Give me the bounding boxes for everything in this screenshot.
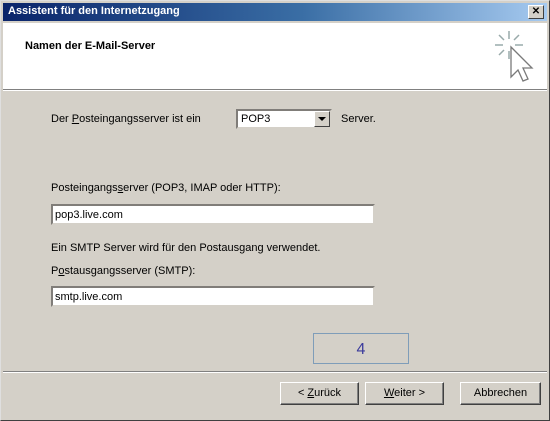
incoming-server-type-select[interactable]: POP3 bbox=[236, 109, 332, 129]
footer-divider bbox=[3, 371, 547, 373]
incoming-server-label: Posteingangsserver (POP3, IMAP oder HTTP… bbox=[51, 182, 281, 194]
incoming-type-label: Der Posteingangsserver ist ein bbox=[51, 113, 201, 125]
next-button[interactable]: Weiter > bbox=[365, 382, 444, 405]
incoming-server-field[interactable] bbox=[51, 204, 375, 225]
page-title: Namen der E-Mail-Server bbox=[25, 40, 156, 52]
incoming-server-type-value: POP3 bbox=[241, 113, 271, 125]
outgoing-server-field[interactable] bbox=[51, 286, 375, 307]
outgoing-server-label: Postausgangsserver (SMTP): bbox=[51, 265, 196, 277]
title-bar[interactable]: Assistent für den Internetzugang ✕ bbox=[3, 3, 547, 21]
back-button[interactable]: < Zurück bbox=[280, 382, 359, 405]
cancel-button[interactable]: Abbrechen bbox=[460, 382, 541, 405]
wizard-sparkle-cursor-icon bbox=[495, 31, 534, 82]
wizard-window: Assistent für den Internetzugang ✕ Namen… bbox=[0, 0, 550, 421]
smtp-note: Ein SMTP Server wird für den Postausgang… bbox=[51, 242, 321, 254]
close-button[interactable]: ✕ bbox=[528, 5, 544, 19]
header-divider bbox=[3, 89, 547, 91]
page-number-badge: 4 bbox=[313, 333, 409, 364]
wizard-header: Namen der E-Mail-Server bbox=[3, 23, 547, 89]
server-suffix-label: Server. bbox=[341, 113, 376, 125]
chevron-down-icon[interactable] bbox=[314, 111, 330, 127]
window-title: Assistent für den Internetzugang bbox=[8, 5, 180, 17]
